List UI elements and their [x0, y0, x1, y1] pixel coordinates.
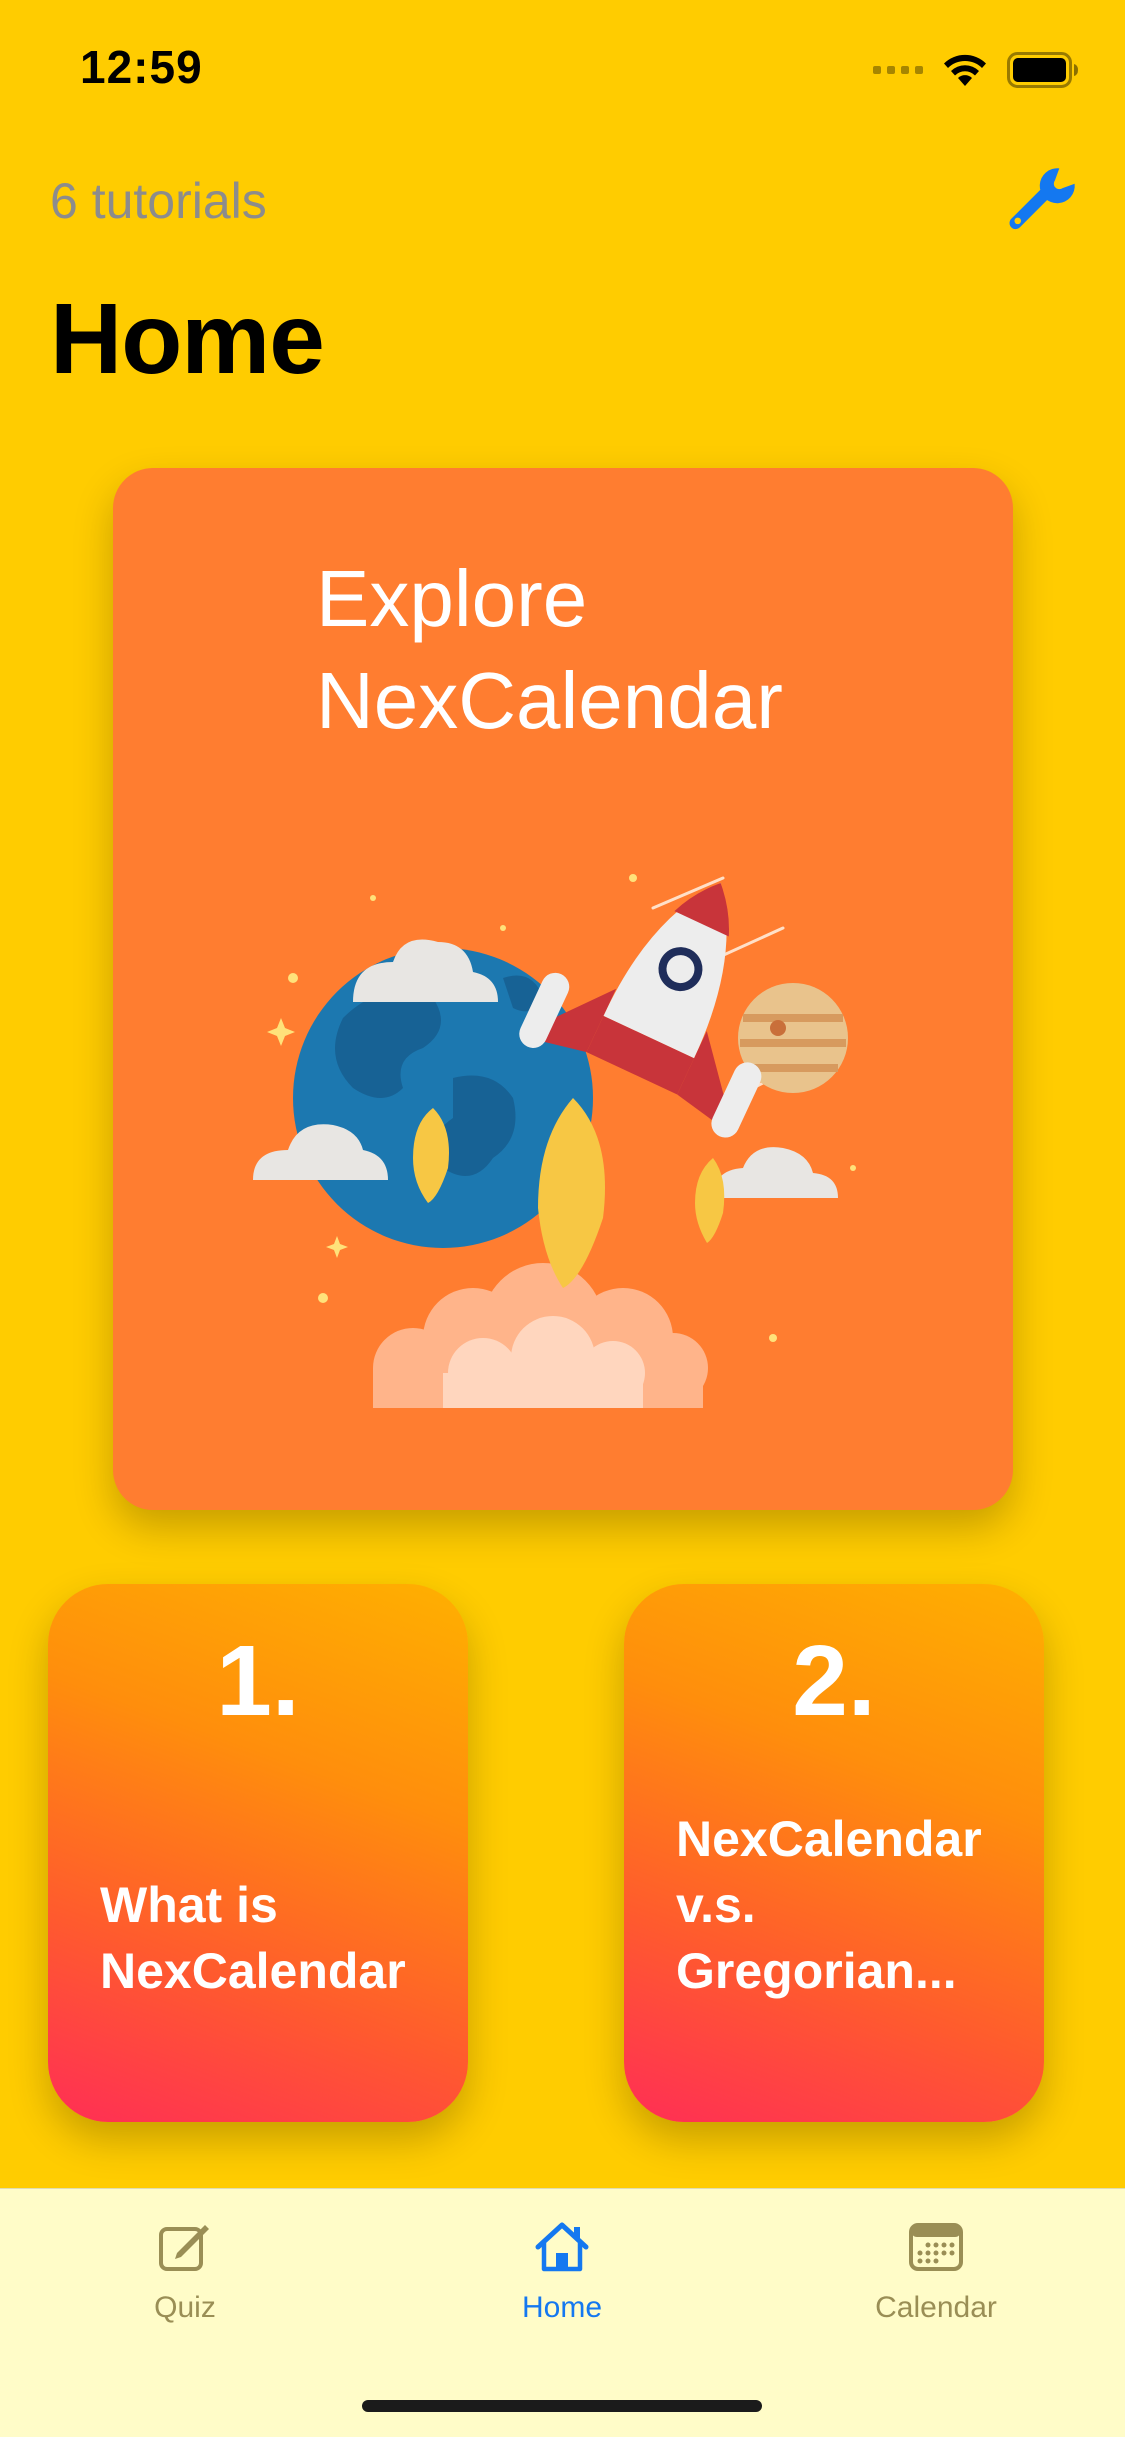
tutorial-title: What is NexCalendar — [100, 1877, 406, 1999]
wifi-icon — [944, 54, 986, 86]
page-title: Home — [50, 283, 325, 395]
tab-label: Home — [521, 2291, 603, 2324]
home-indicator[interactable] — [362, 2400, 762, 2412]
explore-card-title: Explore NexCalendar — [316, 554, 783, 745]
tab-label: Calendar — [875, 2291, 997, 2324]
wrench-icon[interactable] — [1009, 164, 1079, 234]
tutorial-card-2[interactable]: 2. NexCalendar v.s. Gregorian... — [624, 1584, 1044, 2122]
explore-card[interactable]: Explore NexCalendar — [113, 468, 1013, 1510]
status-time: 12:59 — [80, 41, 203, 93]
tutorial-number: 1. — [216, 1625, 300, 1737]
tab-label: Quiz — [154, 2291, 216, 2324]
tab-quiz[interactable]: Quiz — [65, 2217, 305, 2347]
battery-icon — [1007, 52, 1078, 88]
tab-calendar[interactable]: Calendar — [816, 2217, 1056, 2347]
tutorial-card-1[interactable]: 1. What is NexCalendar — [48, 1584, 468, 2122]
tab-home[interactable]: Home — [442, 2217, 682, 2347]
status-indicators — [873, 48, 1079, 92]
tutorial-count: 6 tutorials — [50, 173, 267, 229]
tutorial-number: 2. — [792, 1625, 876, 1737]
calendar-icon — [909, 2223, 963, 2271]
house-icon — [535, 2222, 589, 2272]
tutorial-title: NexCalendar v.s. Gregorian... — [676, 1811, 982, 1999]
rocket-launch-illustration — [253, 874, 856, 1408]
cellular-signal-icon — [873, 66, 923, 74]
square-pencil-icon — [159, 2225, 209, 2271]
